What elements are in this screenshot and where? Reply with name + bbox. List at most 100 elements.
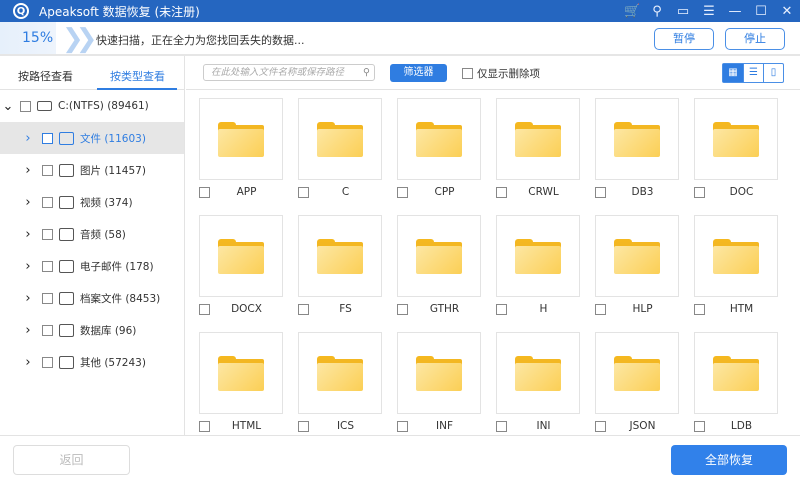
checkbox[interactable] — [199, 186, 210, 198]
folder-tile[interactable]: HTML — [199, 332, 283, 432]
chevron-right-icon[interactable]: › — [22, 323, 34, 338]
folder-tile[interactable]: ICS — [298, 332, 382, 432]
tree-item[interactable]: › 数据库 (96) — [0, 314, 184, 346]
checkbox[interactable] — [42, 164, 53, 176]
search-input[interactable]: 在此处输入文件名称或保存路径 ⚲ — [203, 64, 375, 81]
folder-tile[interactable]: HLP — [595, 215, 679, 315]
tree-label: 档案文件 (8453) — [80, 292, 161, 305]
list-view-icon[interactable]: ☰ — [743, 64, 763, 82]
chevron-right-icon[interactable]: › — [22, 291, 34, 306]
tree-label: 其他 (57243) — [80, 356, 146, 369]
progress-percent: 15% — [22, 30, 54, 46]
chevron-right-icon[interactable]: › — [22, 355, 34, 370]
checkbox[interactable] — [496, 420, 507, 432]
checkbox[interactable] — [397, 303, 408, 315]
chevron-right-icon[interactable]: › — [22, 227, 34, 242]
folder-name: INF — [436, 420, 453, 432]
folder-icon — [614, 121, 660, 157]
filter-button[interactable]: 筛选器 — [390, 64, 447, 82]
folder-tile[interactable]: CPP — [397, 98, 481, 198]
folder-name: HTM — [729, 303, 754, 315]
chevron-icon: ❯❯ — [62, 24, 97, 54]
menu-icon[interactable]: ☰ — [702, 4, 716, 19]
chevron-down-icon[interactable]: ⌄ — [2, 99, 14, 114]
checkbox[interactable] — [694, 420, 705, 432]
folder-tile[interactable]: LDB — [694, 332, 778, 432]
chevron-right-icon[interactable]: › — [22, 195, 34, 210]
deleted-only-toggle[interactable]: 仅显示删除项 — [462, 66, 540, 81]
tree-item[interactable]: › 图片 (11457) — [0, 154, 184, 186]
folder-icon — [713, 355, 759, 391]
checkbox[interactable] — [42, 356, 53, 368]
stop-button[interactable]: 停止 — [725, 28, 785, 50]
deleted-only-label: 仅显示删除项 — [477, 68, 540, 80]
chevron-right-icon[interactable]: › — [22, 163, 34, 178]
folder-tile[interactable]: C — [298, 98, 382, 198]
checkbox[interactable] — [496, 303, 507, 315]
checkbox[interactable] — [298, 303, 309, 315]
checkbox[interactable] — [462, 68, 473, 79]
close-icon[interactable]: ✕ — [780, 4, 794, 19]
tree-item[interactable]: › 音频 (58) — [0, 218, 184, 250]
scan-progress: 15% ❯❯ 快速扫描，正在全力为您找回丢失的数据... 暂停 停止 — [0, 22, 800, 56]
tree-item[interactable]: › 档案文件 (8453) — [0, 282, 184, 314]
checkbox[interactable] — [42, 196, 53, 208]
tree-item[interactable]: › 文件 (11603) — [0, 122, 184, 154]
tree-item[interactable]: › 其他 (57243) — [0, 346, 184, 378]
folder-tile[interactable]: CRWL — [496, 98, 580, 198]
folder-tile[interactable]: INF — [397, 332, 481, 432]
cart-icon[interactable]: 🛒 — [624, 4, 640, 19]
checkbox[interactable] — [694, 303, 705, 315]
folder-tile[interactable]: GTHR — [397, 215, 481, 315]
checkbox[interactable] — [397, 420, 408, 432]
tab-by-type[interactable]: 按类型查看 — [110, 68, 165, 84]
checkbox[interactable] — [694, 186, 705, 198]
folder-icon — [317, 121, 363, 157]
folder-tile[interactable]: DOC — [694, 98, 778, 198]
folder-tile[interactable]: DOCX — [199, 215, 283, 315]
checkbox[interactable] — [298, 186, 309, 198]
checkbox[interactable] — [42, 228, 53, 240]
checkbox[interactable] — [496, 186, 507, 198]
checkbox[interactable] — [20, 100, 31, 112]
checkbox[interactable] — [397, 186, 408, 198]
folder-tile[interactable]: JSON — [595, 332, 679, 432]
folder-name: INI — [536, 420, 551, 432]
toolbar: 在此处输入文件名称或保存路径 ⚲ 筛选器 仅显示删除项 ▦ ☰ ▯ — [186, 56, 800, 90]
folder-tile[interactable]: H — [496, 215, 580, 315]
folder-icon — [218, 355, 264, 391]
tree-item[interactable]: › 电子邮件 (178) — [0, 250, 184, 282]
chevron-right-icon[interactable]: › — [22, 259, 34, 274]
folder-tile[interactable]: HTM — [694, 215, 778, 315]
checkbox[interactable] — [298, 420, 309, 432]
tree-item[interactable]: › 视频 (374) — [0, 186, 184, 218]
search-icon[interactable]: ⚲ — [363, 65, 370, 80]
checkbox[interactable] — [42, 292, 53, 304]
folder-tile[interactable]: APP — [199, 98, 283, 198]
checkbox[interactable] — [199, 420, 210, 432]
back-button[interactable]: 返回 — [13, 445, 130, 475]
database-icon — [59, 323, 74, 337]
checkbox[interactable] — [595, 303, 606, 315]
tree-label: 电子邮件 (178) — [80, 260, 154, 273]
grid-view-icon[interactable]: ▦ — [723, 64, 743, 82]
tree-root[interactable]: ⌄ C:(NTFS) (89461) — [0, 90, 184, 122]
key-icon[interactable]: ⚲ — [650, 4, 664, 19]
folder-tile[interactable]: INI — [496, 332, 580, 432]
minimize-icon[interactable]: — — [728, 4, 742, 19]
tab-by-path[interactable]: 按路径查看 — [18, 68, 73, 84]
recover-all-button[interactable]: 全部恢复 — [671, 445, 787, 475]
maximize-icon[interactable]: ☐ — [754, 4, 768, 19]
folder-tile[interactable]: FS — [298, 215, 382, 315]
checkbox[interactable] — [199, 303, 210, 315]
checkbox[interactable] — [595, 186, 606, 198]
chevron-right-icon[interactable]: › — [22, 131, 34, 146]
folder-tile[interactable]: DB3 — [595, 98, 679, 198]
checkbox[interactable] — [595, 420, 606, 432]
feedback-icon[interactable]: ▭ — [676, 4, 690, 19]
pause-button[interactable]: 暂停 — [654, 28, 714, 50]
detail-view-icon[interactable]: ▯ — [763, 64, 783, 82]
checkbox[interactable] — [42, 324, 53, 336]
checkbox[interactable] — [42, 260, 53, 272]
checkbox[interactable] — [42, 132, 53, 144]
